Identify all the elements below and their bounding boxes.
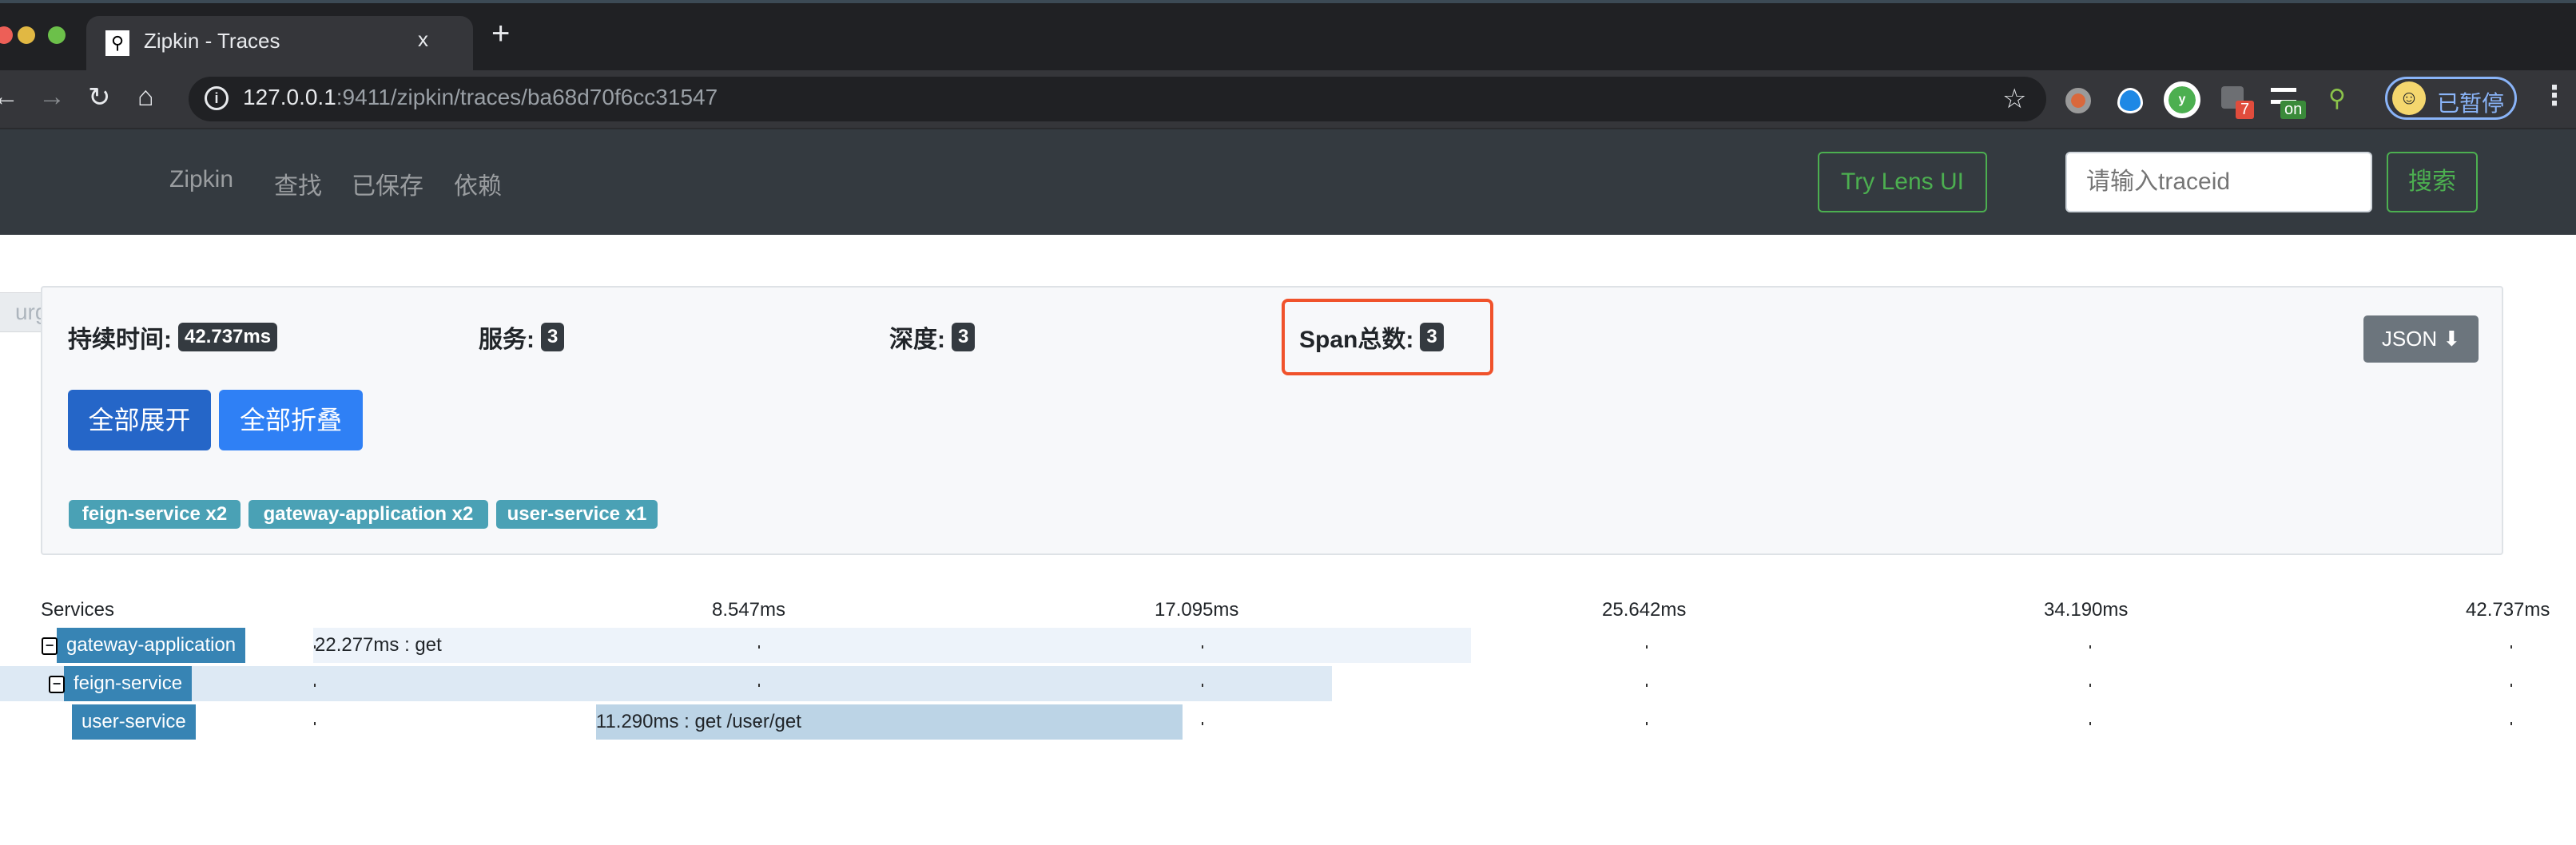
- balloon-extension-icon[interactable]: [2117, 88, 2143, 113]
- bookmark-star-icon[interactable]: ☆: [2002, 83, 2026, 115]
- tab-title: Zipkin - Traces: [144, 29, 280, 53]
- forward-icon[interactable]: →: [38, 81, 66, 113]
- zipkin-navbar: Zipkin 查找 已保存 依赖 Try Lens UI 搜索: [0, 129, 2576, 235]
- expand-all-button[interactable]: 全部展开: [68, 390, 211, 450]
- tick-mark: [2089, 645, 2091, 649]
- span-duration-label: 11.290ms : get /user/get: [595, 711, 801, 732]
- tick-mark: [1202, 645, 1203, 649]
- trace-summary-panel: 持续时间: 42.737ms 服务: 3 深度: 3 Span总数: 3 JSON ⬇ …: [41, 286, 2503, 555]
- y-extension-icon[interactable]: y: [2164, 81, 2200, 118]
- service-tag[interactable]: user-service x1: [496, 500, 658, 529]
- service-name-label[interactable]: gateway-application: [57, 628, 246, 663]
- duration-badge: 42.737ms: [178, 323, 278, 351]
- extension-badge-7: 7: [2236, 101, 2255, 119]
- span-row[interactable]: 11.290ms : get /user/get user-service: [0, 704, 2576, 740]
- services-label: 服务:: [479, 327, 535, 353]
- timeline-header: Services 8.547ms 17.095ms 25.642ms 34.190ms…: [0, 591, 2576, 628]
- download-icon: ⬇: [2443, 327, 2461, 351]
- tick-mark: [1646, 684, 1648, 687]
- avatar: ☺: [2392, 81, 2426, 115]
- tick-mark: [2089, 722, 2091, 725]
- duration-stat: 持续时间: 42.737ms: [68, 319, 278, 355]
- url-text: 127.0.0.1:9411/zipkin/traces/ba68d70f6cc…: [243, 85, 718, 110]
- service-name-label[interactable]: user-service: [72, 704, 196, 740]
- record-extension-icon[interactable]: [2065, 88, 2091, 113]
- depth-badge: 3: [952, 323, 976, 351]
- json-label: JSON: [2381, 327, 2438, 351]
- url-path: :9411/zipkin/traces/ba68d70f6cc31547: [336, 85, 718, 109]
- maximize-window-button[interactable]: [48, 26, 66, 44]
- nav-brand[interactable]: Zipkin: [169, 166, 233, 193]
- services-stat: 服务: 3: [479, 319, 565, 355]
- traceid-search-input[interactable]: [2065, 152, 2372, 212]
- tick-mark: [1646, 722, 1648, 725]
- collapse-toggle-icon[interactable]: −: [42, 637, 58, 655]
- tab-close-icon[interactable]: x: [418, 27, 428, 52]
- tick-mark: [1646, 645, 1648, 649]
- span-row[interactable]: feign-service −: [0, 666, 2576, 701]
- collapse-all-button[interactable]: 全部折叠: [219, 390, 363, 450]
- tick-mark: [1202, 722, 1203, 725]
- tick-mark: [758, 684, 760, 687]
- time-tick-label: 42.737ms: [2466, 599, 2550, 621]
- tick-mark: [314, 722, 316, 725]
- time-tick-label: 8.547ms: [711, 599, 786, 621]
- tick-mark: [2089, 684, 2091, 687]
- tick-mark: [758, 645, 760, 649]
- nav-link-find[interactable]: 查找: [274, 166, 322, 201]
- duration-label: 持续时间:: [68, 327, 172, 353]
- close-window-button[interactable]: [0, 26, 13, 44]
- json-download-button[interactable]: JSON ⬇: [2363, 315, 2479, 363]
- magnifier-extension-icon[interactable]: ⚲: [2328, 85, 2346, 113]
- reload-icon[interactable]: ↻: [88, 81, 111, 113]
- tick-mark: [2510, 684, 2512, 687]
- depth-label: 深度:: [889, 327, 945, 353]
- service-tag[interactable]: feign-service x2: [69, 500, 241, 529]
- back-icon[interactable]: ←: [0, 81, 19, 113]
- tick-mark: [314, 684, 316, 687]
- service-name-label[interactable]: feign-service: [64, 666, 193, 701]
- home-icon[interactable]: ⌂: [137, 81, 154, 113]
- profile-status: 已暂停: [2437, 91, 2505, 116]
- depth-stat: 深度: 3: [889, 319, 976, 355]
- span-bar[interactable]: [313, 628, 1472, 663]
- browser-tab[interactable]: ⚲ Zipkin - Traces x: [86, 16, 473, 70]
- address-bar-row: ← → ↻ ⌂ i 127.0.0.1:9411/zipkin/traces/b…: [0, 70, 2576, 129]
- browser-tab-bar: ⚲ Zipkin - Traces x +: [0, 0, 2576, 70]
- time-tick-label: 25.642ms: [1602, 599, 1687, 621]
- more-menu-icon[interactable]: ⋮: [2541, 80, 2568, 112]
- services-badge: 3: [541, 323, 565, 351]
- url-host: 127.0.0.1: [243, 85, 336, 109]
- services-header: Services: [41, 599, 115, 621]
- nav-link-dependencies[interactable]: 依赖: [454, 166, 502, 201]
- highlight-box: [1282, 299, 1493, 375]
- url-field[interactable]: i 127.0.0.1:9411/zipkin/traces/ba68d70f6…: [189, 77, 2046, 121]
- collapse-toggle-icon[interactable]: −: [49, 676, 65, 693]
- new-tab-button[interactable]: +: [491, 16, 510, 52]
- try-lens-button[interactable]: Try Lens UI: [1818, 152, 1987, 212]
- span-duration-label: 22.277ms : get: [315, 634, 442, 656]
- time-tick-label: 17.095ms: [1155, 599, 1239, 621]
- profile-button[interactable]: ☺ 已暂停: [2385, 77, 2517, 120]
- nav-link-saved[interactable]: 已保存: [352, 166, 423, 201]
- minimize-window-button[interactable]: [18, 26, 35, 44]
- window-edge: [0, 0, 2576, 3]
- info-icon[interactable]: i: [205, 86, 229, 110]
- service-tag[interactable]: gateway-application x2: [248, 500, 488, 529]
- extension-badge-on: on: [2280, 101, 2307, 119]
- span-row[interactable]: 22.277ms : get gateway-application −: [0, 628, 2576, 663]
- tick-mark: [1202, 684, 1203, 687]
- zipkin-favicon-icon: ⚲: [105, 30, 129, 56]
- search-button[interactable]: 搜索: [2387, 152, 2478, 212]
- tick-mark: [2510, 722, 2512, 725]
- tick-mark: [2510, 645, 2512, 649]
- span-bar[interactable]: [0, 666, 1333, 701]
- time-tick-label: 34.190ms: [2044, 599, 2129, 621]
